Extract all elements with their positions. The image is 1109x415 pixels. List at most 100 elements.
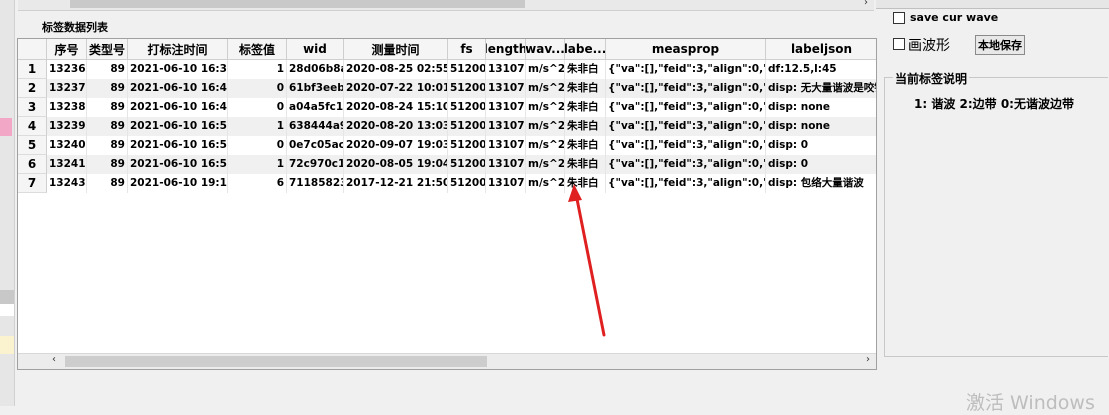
table-cell[interactable]: {"va":[],"feid":3,"align":0,"datat...	[606, 98, 766, 117]
table-cell[interactable]: 0	[228, 98, 287, 117]
row-number-header[interactable]: 7	[18, 174, 47, 193]
table-cell[interactable]: 61bf3eeb...	[287, 79, 344, 98]
grid-corner-cell[interactable]	[18, 39, 47, 60]
column-header[interactable]: 打标注时间	[128, 39, 228, 60]
table-cell[interactable]: 131072	[486, 136, 526, 155]
table-cell[interactable]: 2020-08-24 15:10...	[344, 98, 448, 117]
table-cell[interactable]: 2021-06-10 16:49...	[128, 98, 228, 117]
table-cell[interactable]: 2021-06-10 16:38...	[128, 60, 228, 79]
table-cell[interactable]: 朱非白	[565, 98, 606, 117]
table-cell[interactable]: 51200	[448, 155, 486, 174]
table-cell[interactable]: 1	[228, 155, 287, 174]
table-cell[interactable]: 2021-06-10 16:51...	[128, 117, 228, 136]
table-cell[interactable]: 89	[87, 174, 128, 193]
table-cell[interactable]: 2017-12-21 21:50...	[344, 174, 448, 193]
table-cell[interactable]: 51200	[448, 60, 486, 79]
row-number-header[interactable]: 3	[18, 98, 47, 117]
column-header[interactable]: measprop	[606, 39, 766, 60]
table-cell[interactable]: 13240	[47, 136, 87, 155]
column-header[interactable]: length	[486, 39, 526, 60]
row-number-header[interactable]: 4	[18, 117, 47, 136]
column-header[interactable]: 标签值	[228, 39, 287, 60]
save-cur-wave-checkbox[interactable]	[893, 12, 905, 24]
table-cell[interactable]: 13238	[47, 98, 87, 117]
table-cell[interactable]: 51200	[448, 117, 486, 136]
top-scroll-right-arrow-icon[interactable]: ›	[864, 0, 868, 8]
row-number-header[interactable]: 2	[18, 79, 47, 98]
local-save-button[interactable]: 本地保存	[975, 35, 1025, 55]
table-cell[interactable]: 131072	[486, 174, 526, 193]
table-cell[interactable]: df:12.5,l:45	[766, 60, 876, 79]
table-cell[interactable]: 朱非白	[565, 155, 606, 174]
scroll-right-arrow-icon[interactable]: ›	[866, 354, 870, 365]
table-row[interactable]: 313238892021-06-10 16:49...0a04a5fc1...2…	[18, 98, 876, 117]
column-header[interactable]: labe...	[565, 39, 606, 60]
table-cell[interactable]: 638444a9...	[287, 117, 344, 136]
table-cell[interactable]: disp: none	[766, 117, 876, 136]
draw-wave-checkbox[interactable]	[893, 38, 905, 50]
table-row[interactable]: 413239892021-06-10 16:51...1638444a9...2…	[18, 117, 876, 136]
row-number-header[interactable]: 5	[18, 136, 47, 155]
table-cell[interactable]: 89	[87, 79, 128, 98]
table-cell[interactable]: 2020-09-07 19:03...	[344, 136, 448, 155]
table-cell[interactable]: m/s^2	[526, 117, 565, 136]
column-header[interactable]: 序号	[47, 39, 87, 60]
table-cell[interactable]: 13236	[47, 60, 87, 79]
table-cell[interactable]: 131072	[486, 79, 526, 98]
row-number-header[interactable]: 6	[18, 155, 47, 174]
table-cell[interactable]: 2021-06-10 16:46...	[128, 79, 228, 98]
table-cell[interactable]: 2020-07-22 10:01...	[344, 79, 448, 98]
table-cell[interactable]: 89	[87, 155, 128, 174]
top-horizontal-scrollbar[interactable]: ›	[18, 0, 874, 11]
table-cell[interactable]: 2021-06-10 16:53...	[128, 136, 228, 155]
table-cell[interactable]: {"va":[],"feid":3,"align":0,"datat...	[606, 79, 766, 98]
row-number-header[interactable]: 1	[18, 60, 47, 79]
table-cell[interactable]: 89	[87, 98, 128, 117]
table-cell[interactable]: disp: 包络大量谐波	[766, 174, 876, 193]
table-cell[interactable]: 71185823...	[287, 174, 344, 193]
table-row[interactable]: 713243892021-06-10 19:15...671185823...2…	[18, 174, 876, 193]
table-cell[interactable]: 131072	[486, 98, 526, 117]
column-header[interactable]: wid	[287, 39, 344, 60]
table-cell[interactable]: 6	[228, 174, 287, 193]
table-row[interactable]: 513240892021-06-10 16:53...00e7c05ac...2…	[18, 136, 876, 155]
table-cell[interactable]: 2021-06-10 19:15...	[128, 174, 228, 193]
table-cell[interactable]: {"va":[],"feid":3,"align":0,"datat...	[606, 60, 766, 79]
table-cell[interactable]: disp: 0	[766, 136, 876, 155]
table-cell[interactable]: 朱非白	[565, 60, 606, 79]
table-cell[interactable]: 28d06b8a...	[287, 60, 344, 79]
table-cell[interactable]: {"va":[],"feid":3,"align":0,"datat...	[606, 117, 766, 136]
table-cell[interactable]: 13239	[47, 117, 87, 136]
table-row[interactable]: 613241892021-06-10 16:57...172c970c1...2…	[18, 155, 876, 174]
table-cell[interactable]: 1	[228, 117, 287, 136]
table-row[interactable]: 113236892021-06-10 16:38...128d06b8a...2…	[18, 60, 876, 79]
table-cell[interactable]: 131072	[486, 155, 526, 174]
table-cell[interactable]: 朱非白	[565, 136, 606, 155]
table-cell[interactable]: disp: none	[766, 98, 876, 117]
table-cell[interactable]: 13237	[47, 79, 87, 98]
table-cell[interactable]: 89	[87, 60, 128, 79]
table-cell[interactable]: 89	[87, 136, 128, 155]
table-cell[interactable]: 朱非白	[565, 117, 606, 136]
table-cell[interactable]: 0	[228, 136, 287, 155]
grid-scroll-thumb[interactable]	[65, 356, 487, 367]
table-cell[interactable]: 2021-06-10 16:57...	[128, 155, 228, 174]
table-cell[interactable]: m/s^2	[526, 79, 565, 98]
label-data-grid[interactable]: 序号 类型号 打标注时间 标签值 wid 测量时间 fs length wav... labe..…	[17, 38, 877, 370]
table-cell[interactable]: m/s^2	[526, 155, 565, 174]
table-cell[interactable]: 0	[228, 79, 287, 98]
table-cell[interactable]: m/s^2	[526, 136, 565, 155]
table-cell[interactable]: 朱非白	[565, 79, 606, 98]
table-cell[interactable]: 13241	[47, 155, 87, 174]
table-cell[interactable]: {"va":[],"feid":3,"align":0,"datat...	[606, 174, 766, 193]
table-cell[interactable]: 2020-08-25 02:55...	[344, 60, 448, 79]
table-cell[interactable]: {"va":[],"feid":3,"align":0,"datat...	[606, 155, 766, 174]
column-header[interactable]: 测量时间	[344, 39, 448, 60]
table-cell[interactable]: 131072	[486, 60, 526, 79]
table-cell[interactable]: 51200	[448, 136, 486, 155]
table-cell[interactable]: 89	[87, 117, 128, 136]
table-cell[interactable]: 131072	[486, 117, 526, 136]
table-row[interactable]: 213237892021-06-10 16:46...061bf3eeb...2…	[18, 79, 876, 98]
table-cell[interactable]: a04a5fc1...	[287, 98, 344, 117]
table-cell[interactable]: 2020-08-20 13:03...	[344, 117, 448, 136]
